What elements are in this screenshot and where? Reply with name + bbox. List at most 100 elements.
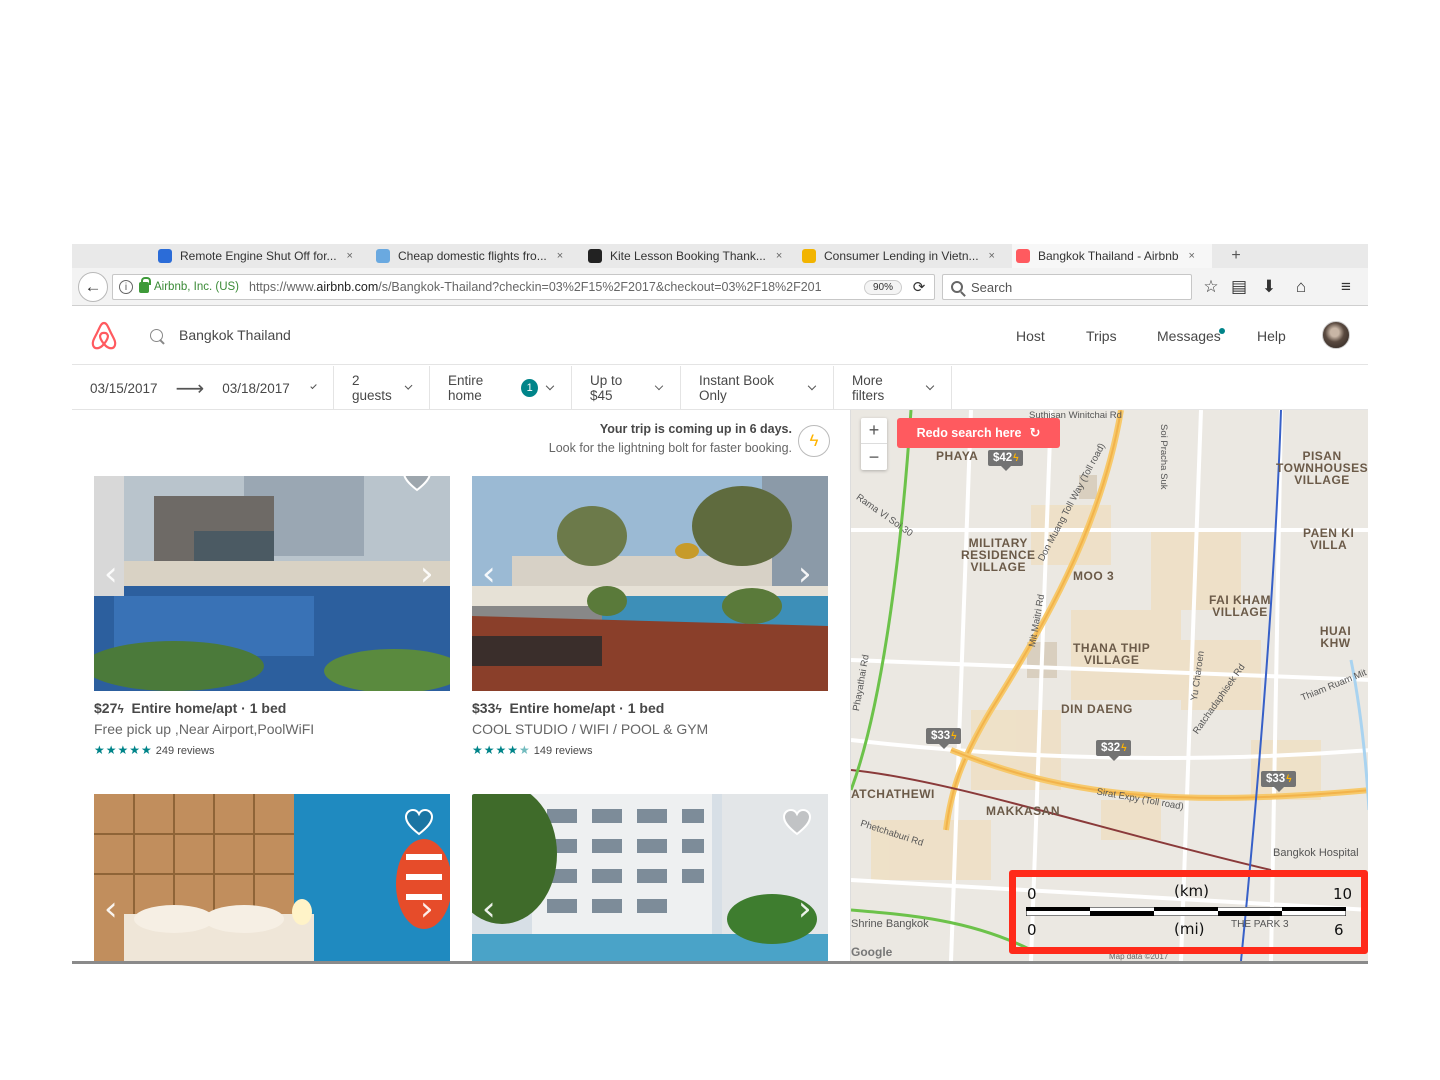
- redo-search-button[interactable]: Redo search here ↻: [897, 418, 1060, 448]
- chevron-right-icon[interactable]: ›: [420, 889, 434, 929]
- reload-icon[interactable]: ⟳: [906, 274, 932, 300]
- arrow-left-icon: ←: [84, 277, 102, 296]
- heart-icon[interactable]: [782, 808, 812, 836]
- tab-favicon-icon: [376, 249, 390, 263]
- listing-photo[interactable]: ‹ ›: [472, 794, 828, 961]
- tab-title: Bangkok Thailand - Airbnb: [1038, 249, 1179, 263]
- heart-icon[interactable]: [402, 476, 432, 492]
- address-bar[interactable]: i Airbnb, Inc. (US) https://www.airbnb.c…: [112, 274, 935, 300]
- arrow-right-icon: ⟶: [175, 377, 205, 400]
- checkout-date[interactable]: 03/18/2017: [222, 381, 290, 396]
- close-icon[interactable]: ×: [989, 250, 995, 262]
- browser-tab[interactable]: Consumer Lending in Vietn... ×: [798, 244, 1008, 268]
- map-area-label: PAEN KI VILLA: [1303, 526, 1355, 552]
- browser-search-field[interactable]: Search: [942, 274, 1192, 300]
- price-pin[interactable]: $33ϟ: [1261, 771, 1297, 792]
- zoom-in-button[interactable]: +: [861, 418, 887, 444]
- listing-photo[interactable]: ‹ ›: [94, 794, 450, 961]
- browser-toolbar: ← i Airbnb, Inc. (US) https://www.airbnb…: [72, 268, 1368, 306]
- heart-icon[interactable]: [404, 808, 434, 836]
- close-icon[interactable]: ×: [347, 250, 353, 262]
- browser-tab[interactable]: Cheap domestic flights fro... ×: [372, 244, 580, 268]
- close-icon[interactable]: ×: [557, 250, 563, 262]
- refresh-icon: ↻: [1029, 425, 1041, 440]
- checkin-date[interactable]: 03/15/2017: [90, 381, 158, 396]
- room-type-filter[interactable]: Entire home 1: [430, 366, 572, 410]
- poi-label: Bangkok Hospital: [1273, 847, 1359, 859]
- listing-title[interactable]: $33ϟ Entire home/apt · 1 bed: [472, 700, 664, 716]
- nav-host[interactable]: Host: [1016, 328, 1045, 344]
- chevron-left-icon[interactable]: ‹: [104, 889, 118, 929]
- browser-tab-active[interactable]: Bangkok Thailand - Airbnb ×: [1012, 244, 1212, 268]
- listing-photo[interactable]: ‹ ›: [94, 476, 450, 691]
- chevron-right-icon[interactable]: ›: [420, 554, 434, 594]
- rooftop-pool-photo: [472, 476, 828, 691]
- search-placeholder: Search: [971, 279, 1013, 295]
- nav-messages[interactable]: Messages: [1157, 328, 1221, 344]
- map-area-label: MAKKASAN: [986, 804, 1060, 818]
- home-icon[interactable]: ⌂: [1290, 277, 1312, 297]
- zoom-out-button[interactable]: −: [861, 444, 887, 470]
- price-pin[interactable]: $33ϟ: [926, 728, 962, 749]
- back-button[interactable]: ←: [78, 272, 108, 302]
- url-text[interactable]: https://www.airbnb.com/s/Bangkok-Thailan…: [249, 280, 864, 294]
- review-count: 249 reviews: [155, 745, 215, 757]
- trip-notice-subtitle: Look for the lightning bolt for faster b…: [548, 441, 792, 455]
- nav-trips[interactable]: Trips: [1086, 328, 1117, 344]
- tab-title: Remote Engine Shut Off for...: [180, 249, 337, 263]
- listing-title[interactable]: $27ϟ Entire home/apt · 1 bed: [94, 700, 286, 716]
- new-tab-button[interactable]: +: [1222, 244, 1250, 268]
- date-range-filter[interactable]: 03/15/2017 ⟶ 03/18/2017: [72, 366, 334, 410]
- site-identity[interactable]: Airbnb, Inc. (US): [154, 281, 239, 293]
- listing-rating: ★★★★★ 249 reviews: [94, 743, 215, 757]
- tab-title: Cheap domestic flights fro...: [398, 249, 547, 263]
- map-scale-highlight: 0 (km) 10 0 (mi) 6: [1009, 870, 1368, 954]
- instant-book-label: Instant Book Only: [699, 373, 775, 403]
- listing-photo[interactable]: ‹ ›: [472, 476, 828, 691]
- map-area-label: MILITARY RESIDENCE VILLAGE: [961, 536, 1036, 574]
- guests-filter[interactable]: 2 guests: [334, 366, 430, 410]
- instant-book-filter[interactable]: Instant Book Only: [681, 366, 834, 410]
- price-pin[interactable]: $32ϟ: [1096, 740, 1132, 761]
- location-search-input[interactable]: Bangkok Thailand: [150, 327, 291, 343]
- price-filter[interactable]: Up to $45: [572, 366, 681, 410]
- hamburger-menu-icon[interactable]: ≡: [1335, 277, 1357, 297]
- chevron-left-icon[interactable]: ‹: [104, 554, 118, 594]
- screenshot-frame: Remote Engine Shut Off for... × Cheap do…: [72, 244, 1368, 964]
- info-icon[interactable]: i: [119, 280, 133, 294]
- bedroom-photo: [94, 794, 450, 961]
- map-area-label: THANA THIP VILLAGE: [1073, 641, 1151, 667]
- download-icon[interactable]: ⬇: [1258, 277, 1280, 297]
- chevron-left-icon[interactable]: ‹: [482, 889, 496, 929]
- airbnb-logo-icon[interactable]: [90, 321, 118, 351]
- nav-help[interactable]: Help: [1257, 328, 1286, 344]
- tab-favicon-icon: [588, 249, 602, 263]
- chevron-left-icon[interactable]: ‹: [482, 554, 496, 594]
- tab-title: Kite Lesson Booking Thank...: [610, 249, 766, 263]
- instant-book-icon: ϟ: [495, 702, 502, 716]
- road-label: Suthisan Winitchai Rd: [1029, 410, 1122, 421]
- scale-mi-start: 0: [1027, 921, 1037, 939]
- browser-tab[interactable]: Remote Engine Shut Off for... ×: [154, 244, 364, 268]
- more-filters-button[interactable]: More filters: [834, 366, 952, 410]
- clipboard-icon[interactable]: ▤: [1228, 277, 1250, 297]
- chevron-right-icon[interactable]: ›: [798, 889, 812, 929]
- close-icon[interactable]: ×: [776, 250, 782, 262]
- chevron-down-icon: [404, 381, 413, 391]
- price-pin[interactable]: $42ϟ: [988, 450, 1024, 471]
- tab-favicon-icon: [158, 249, 172, 263]
- guests-label: 2 guests: [352, 373, 392, 403]
- zoom-level-badge[interactable]: 90%: [863, 279, 902, 295]
- lightning-bolt-icon[interactable]: ϟ: [798, 425, 830, 457]
- close-icon[interactable]: ×: [1189, 250, 1195, 262]
- bookmark-star-icon[interactable]: ☆: [1200, 277, 1222, 297]
- browser-tab[interactable]: Kite Lesson Booking Thank... ×: [584, 244, 794, 268]
- avatar[interactable]: [1322, 321, 1350, 349]
- chevron-right-icon[interactable]: ›: [798, 554, 812, 594]
- scale-km-start: 0: [1027, 885, 1037, 903]
- site-header: Bangkok Thailand Host Trips Messages Hel…: [72, 307, 1368, 365]
- scale-bar-graphic: [1026, 907, 1346, 916]
- browser-tab-bar: Remote Engine Shut Off for... × Cheap do…: [72, 244, 1368, 268]
- tab-title: Consumer Lending in Vietn...: [824, 249, 979, 263]
- chevron-down-icon: [545, 381, 555, 391]
